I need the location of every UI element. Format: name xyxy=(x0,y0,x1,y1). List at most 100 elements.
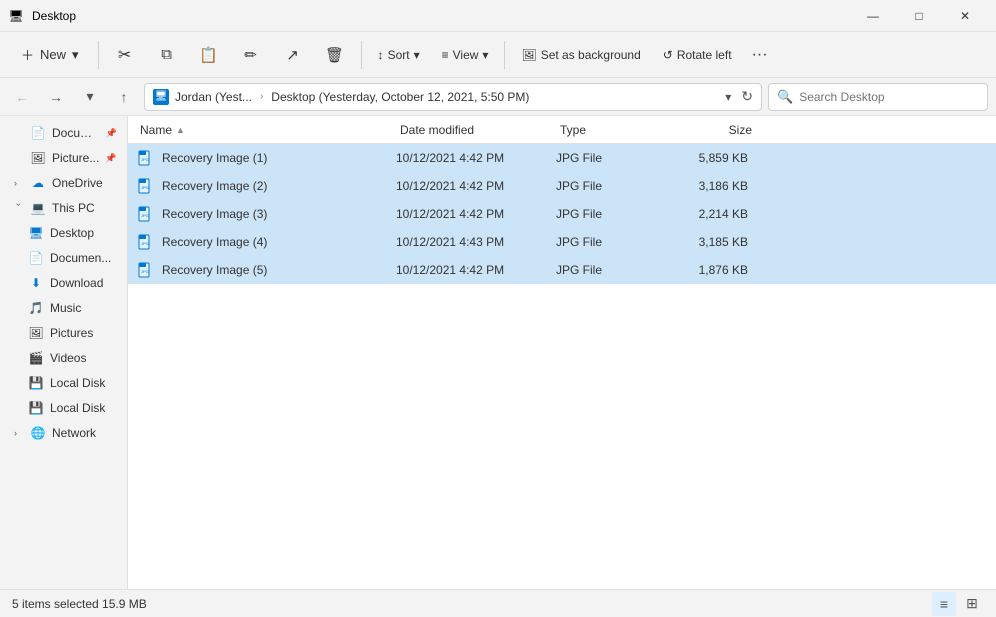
col-header-date[interactable]: Date modified xyxy=(396,123,556,137)
view-button[interactable]: ≡ View ▾ xyxy=(432,36,499,74)
videos-icon: 🎬 xyxy=(28,350,44,366)
view-icon: ≡ xyxy=(442,48,449,62)
svg-text:JPG: JPG xyxy=(141,213,149,218)
file-type: JPG File xyxy=(556,263,656,277)
table-row[interactable]: JPG Recovery Image (4) 10/12/2021 4:43 P… xyxy=(128,228,996,256)
title-bar: 🖥 Desktop — □ ✕ xyxy=(0,0,996,32)
col-header-name[interactable]: Name ▲ xyxy=(136,123,396,137)
table-row[interactable]: JPG Recovery Image (5) 10/12/2021 4:42 P… xyxy=(128,256,996,284)
refresh-button[interactable]: ↻ xyxy=(741,88,753,105)
back-button[interactable]: ← xyxy=(8,83,36,111)
close-button[interactable]: ✕ xyxy=(942,0,988,32)
search-bar[interactable]: 🔍 xyxy=(768,83,988,111)
sidebar-item-music[interactable]: 🎵 Music xyxy=(4,296,123,320)
pictures-icon: 🖼 xyxy=(30,150,46,166)
window-title: Desktop xyxy=(32,9,76,23)
breadcrumb-separator: › xyxy=(260,91,263,102)
minimize-button[interactable]: — xyxy=(850,0,896,32)
cut-button[interactable]: ✂ xyxy=(105,36,145,74)
file-type: JPG File xyxy=(556,207,656,221)
rotate-label: Rotate left xyxy=(677,48,732,62)
sidebar-item-documents2[interactable]: 📄 Documen... xyxy=(4,246,123,270)
file-type: JPG File xyxy=(556,235,656,249)
expand-arrow: › xyxy=(14,203,24,213)
more-options-button[interactable]: ··· xyxy=(744,42,776,68)
forward-button[interactable]: → xyxy=(42,83,70,111)
network-icon: 🌐 xyxy=(30,425,46,441)
new-label: New xyxy=(40,47,66,62)
rename-button[interactable]: ✏ xyxy=(231,36,271,74)
file-name: Recovery Image (4) xyxy=(162,235,396,249)
pictures2-icon: 🖼 xyxy=(28,325,44,341)
main-area: 📄 Docum... 📌 🖼 Picture... 📌 › ☁ OneDrive… xyxy=(0,116,996,589)
sidebar-item-documents[interactable]: 📄 Docum... 📌 xyxy=(4,121,123,145)
file-icon: JPG xyxy=(136,148,156,168)
thispc-icon: 💻 xyxy=(30,200,46,216)
localdisk2-icon: 💾 xyxy=(28,400,44,416)
file-list: JPG Recovery Image (1) 10/12/2021 4:42 P… xyxy=(128,144,996,589)
table-row[interactable]: JPG Recovery Image (3) 10/12/2021 4:42 P… xyxy=(128,200,996,228)
sidebar-item-onedrive[interactable]: › ☁ OneDrive xyxy=(4,171,123,195)
sidebar-item-network[interactable]: › 🌐 Network xyxy=(4,421,123,445)
maximize-button[interactable]: □ xyxy=(896,0,942,32)
table-row[interactable]: JPG Recovery Image (1) 10/12/2021 4:42 P… xyxy=(128,144,996,172)
sort-button[interactable]: ↕ Sort ▾ xyxy=(368,36,430,74)
rename-icon: ✏ xyxy=(244,46,257,64)
sidebar-item-thispc[interactable]: › 💻 This PC xyxy=(4,196,123,220)
file-table-header: Name ▲ Date modified Type Size xyxy=(128,116,996,144)
set-background-button[interactable]: 🖼 Set as background xyxy=(511,36,650,74)
file-date: 10/12/2021 4:42 PM xyxy=(396,151,556,165)
view-label: View xyxy=(453,48,479,62)
new-button[interactable]: ＋ New ▾ xyxy=(8,36,92,74)
status-bar: 5 items selected 15.9 MB ≡ ⊞ xyxy=(0,589,996,617)
table-row[interactable]: JPG Recovery Image (2) 10/12/2021 4:42 P… xyxy=(128,172,996,200)
file-size: 3,186 KB xyxy=(656,179,756,193)
pin-icon: 📌 xyxy=(105,153,116,164)
toolbar-separator-1 xyxy=(98,41,99,69)
sidebar-item-downloads[interactable]: ⬇ Download xyxy=(4,271,123,295)
col-date-label: Date modified xyxy=(400,123,474,137)
share-button[interactable]: ↗ xyxy=(273,36,313,74)
downloads-icon: ⬇ xyxy=(28,275,44,291)
paste-icon: 📋 xyxy=(199,46,218,64)
address-location-icon: 🖥 xyxy=(153,89,169,105)
address-dropdown-icon[interactable]: ▾ xyxy=(725,90,731,104)
col-header-size[interactable]: Size xyxy=(656,123,756,137)
selected-status: 5 items selected 15.9 MB xyxy=(12,597,147,611)
copy-button[interactable]: ⧉ xyxy=(147,36,187,74)
sidebar-item-videos[interactable]: 🎬 Videos xyxy=(4,346,123,370)
delete-icon: 🗑 xyxy=(325,46,344,64)
svg-text:JPG: JPG xyxy=(141,269,149,274)
address-bar[interactable]: 🖥 Jordan (Yest... › Desktop (Yesterday, … xyxy=(144,83,762,111)
paste-button[interactable]: 📋 xyxy=(189,36,229,74)
file-icon: JPG xyxy=(136,204,156,224)
expand-arrow: › xyxy=(14,428,24,438)
sidebar-item-localdisk2[interactable]: 💾 Local Disk xyxy=(4,396,123,420)
desktop-icon: 🖥 xyxy=(28,225,44,241)
sidebar-item-localdisk1[interactable]: 💾 Local Disk xyxy=(4,371,123,395)
file-name: Recovery Image (5) xyxy=(162,263,396,277)
rotate-left-button[interactable]: ↺ Rotate left xyxy=(653,36,742,74)
sidebar-item-pictures2[interactable]: 🖼 Pictures xyxy=(4,321,123,345)
file-area: Name ▲ Date modified Type Size JPG xyxy=(128,116,996,589)
rotate-icon: ↺ xyxy=(663,48,673,62)
grid-view-button[interactable]: ⊞ xyxy=(960,592,984,616)
new-icon: ＋ xyxy=(21,45,34,64)
file-name: Recovery Image (3) xyxy=(162,207,396,221)
toolbar-separator-3 xyxy=(504,41,505,69)
col-header-type[interactable]: Type xyxy=(556,123,656,137)
sidebar-item-pictures[interactable]: 🖼 Picture... 📌 xyxy=(4,146,123,170)
file-type: JPG File xyxy=(556,151,656,165)
search-input[interactable] xyxy=(799,90,979,104)
file-date: 10/12/2021 4:43 PM xyxy=(396,235,556,249)
list-view-button[interactable]: ≡ xyxy=(932,592,956,616)
sidebar-item-desktop[interactable]: 🖥 Desktop xyxy=(4,221,123,245)
view-dropdown-icon: ▾ xyxy=(482,48,488,62)
recent-button[interactable]: ▾ xyxy=(76,83,104,111)
music-icon: 🎵 xyxy=(28,300,44,316)
share-icon: ↗ xyxy=(286,46,299,64)
sidebar: 📄 Docum... 📌 🖼 Picture... 📌 › ☁ OneDrive… xyxy=(0,116,128,589)
delete-button[interactable]: 🗑 xyxy=(315,36,355,74)
documents2-icon: 📄 xyxy=(28,250,44,266)
up-button[interactable]: ↑ xyxy=(110,83,138,111)
